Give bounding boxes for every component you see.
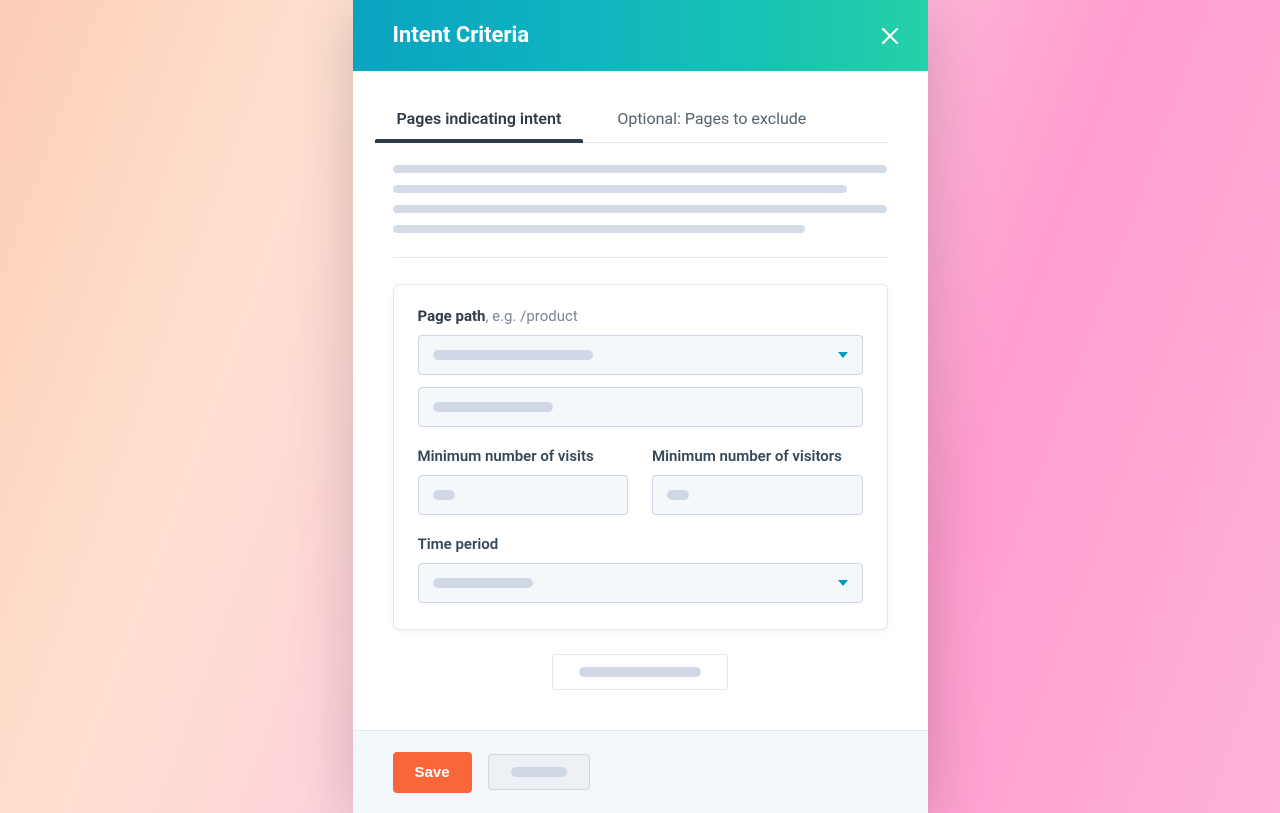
- cancel-button[interactable]: [488, 754, 590, 790]
- min-visits-col: Minimum number of visits: [418, 447, 629, 515]
- tabs: Pages indicating intent Optional: Pages …: [393, 99, 888, 143]
- skeleton-line: [393, 205, 887, 213]
- tab-pages-to-exclude[interactable]: Optional: Pages to exclude: [613, 99, 810, 142]
- visits-visitors-row: Minimum number of visits Minimum number …: [418, 447, 863, 515]
- skeleton-line: [393, 185, 847, 193]
- placeholder-bar: [433, 578, 533, 588]
- intent-criteria-modal: Intent Criteria Pages indicating intent …: [353, 0, 928, 813]
- modal-body: Pages indicating intent Optional: Pages …: [353, 71, 928, 730]
- min-visitors-col: Minimum number of visitors: [652, 447, 863, 515]
- page-path-label-bold: Page path: [418, 307, 486, 325]
- time-period-select[interactable]: [418, 563, 863, 603]
- placeholder-bar: [433, 350, 593, 360]
- criteria-card: Page path, e.g. /product Minimum number …: [393, 284, 888, 630]
- add-criteria-button[interactable]: [552, 654, 728, 690]
- close-button[interactable]: [876, 22, 904, 50]
- placeholder-bar: [433, 402, 553, 412]
- tab-pages-indicating-intent[interactable]: Pages indicating intent: [393, 99, 566, 142]
- modal-title: Intent Criteria: [393, 23, 530, 48]
- skeleton-line: [393, 165, 887, 173]
- time-period-block: Time period: [418, 535, 863, 603]
- add-action-row: [393, 654, 888, 690]
- modal-header: Intent Criteria: [353, 0, 928, 71]
- min-visitors-label: Minimum number of visitors: [652, 447, 863, 465]
- min-visits-input[interactable]: [418, 475, 629, 515]
- chevron-down-icon: [838, 352, 848, 358]
- divider: [393, 257, 888, 258]
- page-path-condition-select[interactable]: [418, 335, 863, 375]
- placeholder-bar: [667, 490, 689, 500]
- time-period-label: Time period: [418, 535, 863, 553]
- placeholder-bar: [511, 767, 567, 777]
- close-icon: [881, 27, 899, 45]
- placeholder-bar: [433, 490, 455, 500]
- modal-footer: Save: [353, 730, 928, 813]
- page-backdrop: Intent Criteria Pages indicating intent …: [0, 0, 1280, 813]
- page-path-label: Page path, e.g. /product: [418, 307, 863, 325]
- chevron-down-icon: [838, 580, 848, 586]
- min-visitors-input[interactable]: [652, 475, 863, 515]
- min-visits-label: Minimum number of visits: [418, 447, 629, 465]
- placeholder-bar: [579, 667, 701, 677]
- page-path-input[interactable]: [418, 387, 863, 427]
- page-path-label-hint: , e.g. /product: [485, 307, 577, 325]
- skeleton-line: [393, 225, 805, 233]
- description-skeleton: [393, 165, 888, 233]
- save-button[interactable]: Save: [393, 752, 472, 793]
